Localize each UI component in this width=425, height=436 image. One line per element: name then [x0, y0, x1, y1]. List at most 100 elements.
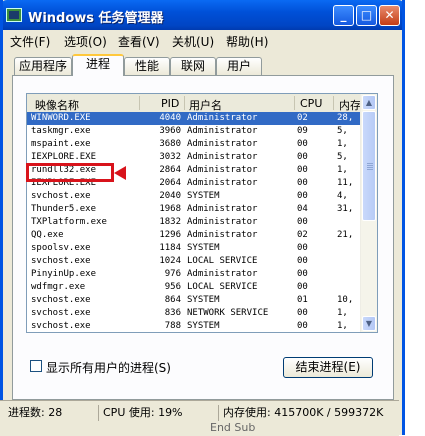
- cell-user-name: LOCAL SERVICE: [187, 256, 258, 266]
- cell-image-name: mspaint.exe: [31, 139, 91, 149]
- background-document: [405, 0, 425, 435]
- cell-user-name: SYSTEM: [187, 295, 220, 305]
- end-process-button[interactable]: 结束进程(E): [283, 357, 373, 378]
- cell-image-name: spoolsv.exe: [31, 243, 91, 253]
- table-row[interactable]: svchost.exe 788 SYSTEM 00 1,: [27, 320, 363, 332]
- cell-pid: 2040: [159, 191, 181, 201]
- menu-bar: 文件(F) 选项(O) 查看(V) 关机(U) 帮助(H): [3, 30, 402, 50]
- cell-pid: 1832: [159, 217, 181, 227]
- cell-image-name: svchost.exe: [31, 321, 91, 331]
- cell-user-name: Administrator: [187, 217, 258, 227]
- maximize-button[interactable]: □: [356, 5, 377, 26]
- show-all-users-checkbox[interactable]: [30, 360, 42, 372]
- cell-pid: 1024: [159, 256, 181, 266]
- cell-cpu: 00: [297, 152, 308, 162]
- cell-user-name: Administrator: [187, 113, 258, 123]
- column-image-name[interactable]: 映像名称: [35, 97, 79, 113]
- title-bar[interactable]: Windows 任务管理器 _ □ ✕: [3, 0, 402, 30]
- cell-pid: 3032: [159, 152, 181, 162]
- cell-cpu: 00: [297, 256, 308, 266]
- cell-cpu: 00: [297, 269, 308, 279]
- cell-pid: 3960: [159, 126, 181, 136]
- cell-image-name: svchost.exe: [31, 191, 91, 201]
- cell-cpu: 00: [297, 191, 308, 201]
- cell-pid: 1296: [159, 230, 181, 240]
- cell-user-name: Administrator: [187, 230, 258, 240]
- cell-cpu: 00: [297, 321, 308, 331]
- table-row[interactable]: TXPlatform.exe 1832 Administrator 00: [27, 216, 363, 229]
- cell-image-name: svchost.exe: [31, 295, 91, 305]
- cell-cpu: 02: [297, 230, 308, 240]
- menu-shutdown[interactable]: 关机(U): [172, 33, 214, 50]
- column-pid[interactable]: PID: [161, 97, 179, 110]
- table-row[interactable]: Thunder5.exe 1968 Administrator 04 31,: [27, 203, 363, 216]
- cell-user-name: Administrator: [187, 165, 258, 175]
- cell-image-name: wdfmgr.exe: [31, 282, 86, 292]
- grip-line: [367, 169, 373, 170]
- table-row[interactable]: WINWORD.EXE 4040 Administrator 02 28,: [27, 112, 363, 125]
- scroll-up-arrow-icon[interactable]: ▲: [362, 95, 376, 110]
- cell-pid: 976: [164, 269, 181, 279]
- cell-image-name: svchost.exe: [31, 256, 91, 266]
- process-list[interactable]: 映像名称 PID 用户名 CPU 内存 WINWORD.EXE 4040 Admin…: [26, 93, 378, 333]
- cell-cpu: 01: [297, 295, 308, 305]
- table-row[interactable]: QQ.exe 1296 Administrator 02 21,: [27, 229, 363, 242]
- cell-pid: 1184: [159, 243, 181, 253]
- window-title: Windows 任务管理器: [28, 11, 164, 26]
- cell-image-name: svchost.exe: [31, 308, 91, 318]
- table-row[interactable]: PinyinUp.exe 976 Administrator 00: [27, 268, 363, 281]
- cell-user-name: NETWORK SERVICE: [187, 308, 269, 318]
- table-row[interactable]: svchost.exe 1024 LOCAL SERVICE 00: [27, 255, 363, 268]
- table-row[interactable]: svchost.exe 2040 SYSTEM 00 4,: [27, 190, 363, 203]
- cell-cpu: 00: [297, 178, 308, 188]
- table-row[interactable]: spoolsv.exe 1184 SYSTEM 00: [27, 242, 363, 255]
- cell-image-name: TXPlatform.exe: [31, 217, 107, 227]
- tab-processes[interactable]: 进程: [72, 54, 124, 76]
- tab-performance[interactable]: 性能: [124, 57, 170, 75]
- menu-options[interactable]: 选项(O): [64, 33, 107, 50]
- status-memory-usage: 内存使用: 415700K / 599372K: [218, 405, 397, 421]
- column-memory[interactable]: 内存: [339, 97, 361, 113]
- table-row[interactable]: svchost.exe 864 SYSTEM 01 10,: [27, 294, 363, 307]
- table-row[interactable]: taskmgr.exe 3960 Administrator 09 5,: [27, 125, 363, 138]
- task-manager-icon: [6, 8, 22, 22]
- minimize-button[interactable]: _: [333, 5, 354, 26]
- column-separator: [184, 96, 185, 110]
- column-user-name[interactable]: 用户名: [189, 97, 222, 113]
- column-cpu[interactable]: CPU: [300, 97, 322, 110]
- close-button[interactable]: ✕: [379, 5, 400, 26]
- menu-file[interactable]: 文件(F): [10, 33, 50, 50]
- cell-pid: 3680: [159, 139, 181, 149]
- tab-applications[interactable]: 应用程序: [14, 57, 72, 75]
- column-separator: [294, 96, 295, 110]
- cell-image-name: Thunder5.exe: [31, 204, 97, 214]
- table-row[interactable]: svchost.exe 836 NETWORK SERVICE 00 1,: [27, 307, 363, 320]
- tab-networking[interactable]: 联网: [170, 57, 216, 75]
- status-cpu-usage: CPU 使用: 19%: [98, 405, 215, 421]
- cell-cpu: 04: [297, 204, 308, 214]
- table-row[interactable]: wdfmgr.exe 956 LOCAL SERVICE 00: [27, 281, 363, 294]
- scroll-down-arrow-icon[interactable]: ▼: [362, 316, 376, 331]
- cell-user-name: SYSTEM: [187, 321, 220, 331]
- cell-cpu: 00: [297, 243, 308, 253]
- menu-view[interactable]: 查看(V): [118, 33, 160, 50]
- tab-users[interactable]: 用户: [216, 57, 262, 75]
- cell-pid: 4040: [159, 113, 181, 123]
- cell-cpu: 09: [297, 126, 308, 136]
- cell-cpu: 00: [297, 282, 308, 292]
- cell-pid: 788: [164, 321, 181, 331]
- cell-cpu: 00: [297, 217, 308, 227]
- cell-user-name: LOCAL SERVICE: [187, 282, 258, 292]
- column-separator: [139, 96, 140, 110]
- cell-pid: 1968: [159, 204, 181, 214]
- table-row[interactable]: mspaint.exe 3680 Administrator 00 1,: [27, 138, 363, 151]
- vertical-scrollbar[interactable]: ▲ ▼: [360, 94, 377, 332]
- status-process-count: 进程数: 28: [8, 406, 63, 419]
- grip-line: [367, 165, 373, 166]
- scroll-thumb[interactable]: [362, 111, 376, 221]
- cell-user-name: Administrator: [187, 139, 258, 149]
- cell-user-name: Administrator: [187, 204, 258, 214]
- menu-help[interactable]: 帮助(H): [226, 33, 268, 50]
- cell-cpu: 00: [297, 165, 308, 175]
- background-document-text: End Sub: [210, 421, 256, 434]
